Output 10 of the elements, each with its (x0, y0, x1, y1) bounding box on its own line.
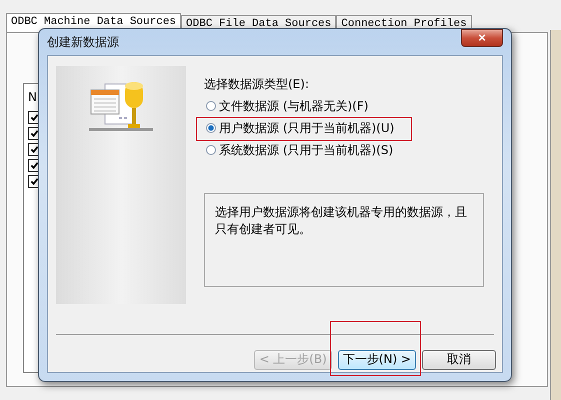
column-header: N (28, 90, 38, 106)
description-text: 选择用户数据源将创建该机器专用的数据源，且只有创建者可见。 (215, 205, 467, 236)
radio-option[interactable]: 系统数据源 (只用于当前机器)(S) (206, 143, 494, 157)
prompt-label: 选择数据源类型(E): (204, 76, 310, 93)
radio-option[interactable]: 文件数据源 (与机器无关)(F) (206, 99, 494, 113)
dialog-button[interactable]: 取消 (422, 350, 496, 370)
dialog-button[interactable]: 下一步(N) > (338, 350, 416, 370)
close-button[interactable]: × (461, 29, 503, 47)
radio-option[interactable]: 用户数据源 (只用于当前机器)(U) (206, 121, 494, 135)
window-title: 创建新数据源 (47, 34, 119, 50)
